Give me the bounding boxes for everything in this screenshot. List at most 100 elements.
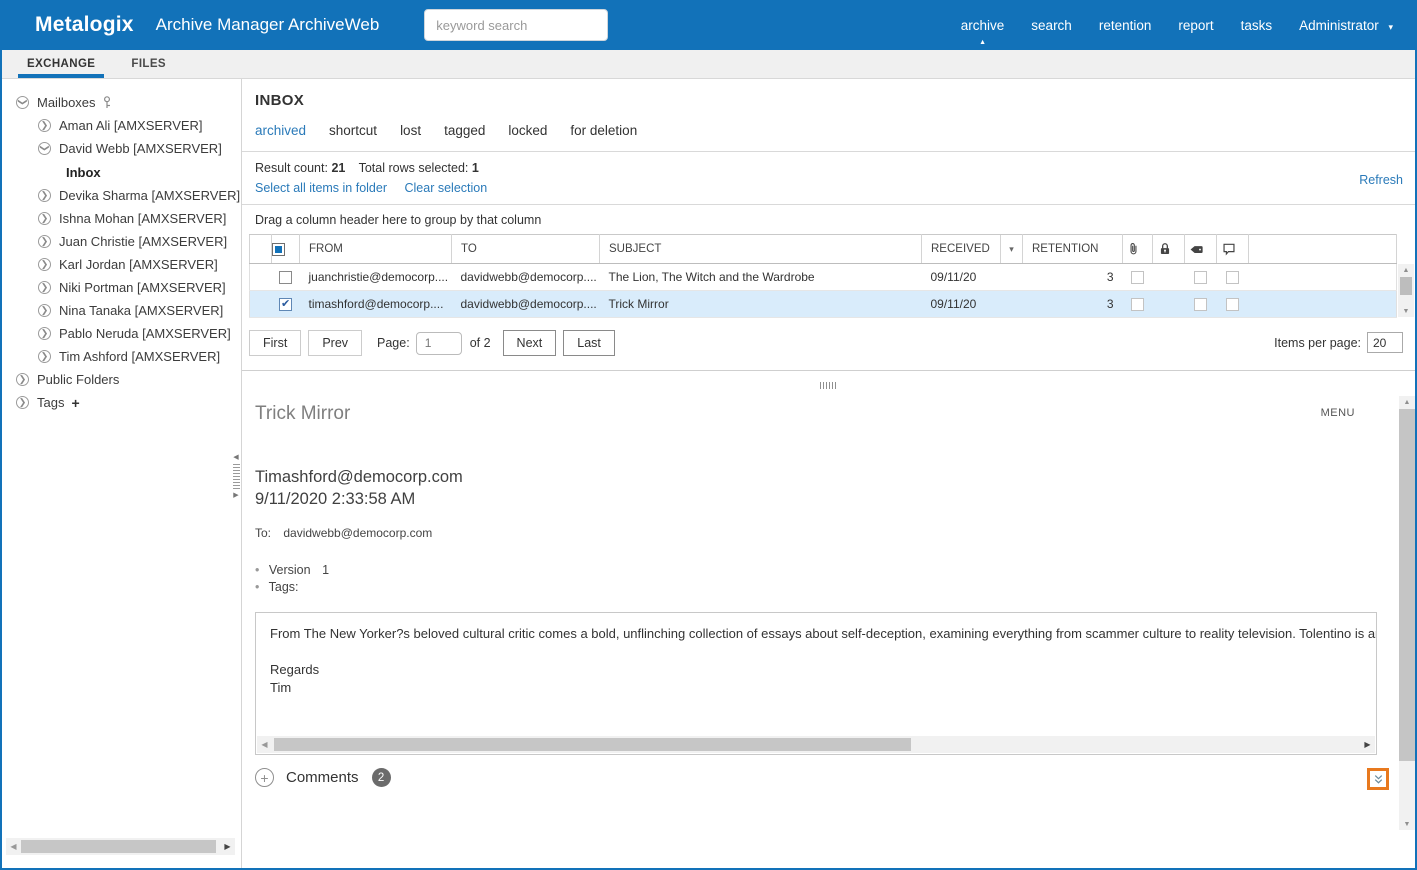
scroll-right-arrow-icon[interactable]: ▶	[1360, 740, 1375, 749]
tree-node-mailbox[interactable]: ❯ Devika Sharma [AMXSERVER]	[2, 184, 241, 207]
tree-node-mailbox[interactable]: ❯ Niki Portman [AMXSERVER]	[2, 276, 241, 299]
expand-comments-chevron-button-highlighted[interactable]	[1367, 768, 1389, 790]
vertical-splitter[interactable]: ◀ ▶	[231, 455, 241, 499]
expand-toggle-icon[interactable]: ❯	[38, 119, 51, 132]
cell-attachment-checkbox[interactable]	[1123, 291, 1153, 318]
cell-tag-checkbox[interactable]	[1185, 264, 1217, 291]
column-header-retention[interactable]: RETENTION	[1023, 235, 1123, 264]
nav-tasks[interactable]: tasks	[1241, 18, 1273, 33]
expand-toggle-icon[interactable]: ❯	[38, 281, 51, 294]
scrollbar-thumb[interactable]	[1399, 409, 1415, 761]
row-checkbox[interactable]	[272, 291, 300, 318]
tree-node-public-folders[interactable]: ❯ Public Folders	[2, 368, 241, 391]
preview-menu-button[interactable]: MENU	[1321, 407, 1355, 419]
cell-comment-checkbox[interactable]	[1217, 264, 1249, 291]
column-header-from[interactable]: FROM	[300, 235, 452, 264]
tab-exchange[interactable]: EXCHANGE	[18, 50, 104, 78]
nav-archive[interactable]: archive ▲	[961, 18, 1005, 33]
expand-toggle-icon[interactable]: ❯	[38, 258, 51, 271]
refresh-link[interactable]: Refresh	[1359, 173, 1403, 187]
filter-shortcut[interactable]: shortcut	[329, 123, 377, 138]
tree-node-mailbox[interactable]: ❯ Karl Jordan [AMXSERVER]	[2, 253, 241, 276]
row-checkbox[interactable]	[272, 264, 300, 291]
cell-attachment-checkbox[interactable]	[1123, 264, 1153, 291]
column-header-to[interactable]: TO	[452, 235, 600, 264]
clear-selection-link[interactable]: Clear selection	[405, 181, 488, 195]
grid-vertical-scrollbar[interactable]: ▲ ▼	[1398, 264, 1414, 317]
tree-node-mailbox[interactable]: ❯ Nina Tanaka [AMXSERVER]	[2, 299, 241, 322]
scrollbar-thumb[interactable]	[1400, 277, 1412, 295]
tree-node-mailboxes[interactable]: ❯ Mailboxes	[2, 91, 241, 114]
sidebar-horizontal-scrollbar[interactable]: ◀ ▶	[6, 838, 235, 855]
result-count-label: Result count:	[255, 161, 328, 175]
scrollbar-thumb[interactable]	[274, 738, 911, 751]
collapse-left-icon[interactable]: ◀	[233, 455, 238, 461]
select-all-checkbox[interactable]	[272, 235, 300, 264]
scroll-left-arrow-icon[interactable]: ◀	[257, 740, 272, 749]
filter-archived[interactable]: archived	[255, 123, 306, 138]
message-row[interactable]: juanchristie@democorp.... davidwebb@demo…	[250, 264, 1397, 291]
filter-tagged[interactable]: tagged	[444, 123, 485, 138]
column-header-tag[interactable]	[1185, 235, 1217, 264]
nav-search[interactable]: search	[1031, 18, 1072, 33]
sort-dropdown-icon[interactable]: ▾	[1000, 235, 1022, 263]
tree-node-mailbox[interactable]: ❯ Tim Ashford [AMXSERVER]	[2, 345, 241, 368]
keyword-search-input[interactable]	[424, 9, 608, 41]
tree-node-mailbox[interactable]: ❯ Aman Ali [AMXSERVER]	[2, 114, 241, 137]
page-number-input[interactable]	[416, 332, 462, 355]
tree-node-mailbox[interactable]: ❯ Ishna Mohan [AMXSERVER]	[2, 207, 241, 230]
expand-toggle-icon[interactable]: ❯	[16, 96, 29, 109]
cell-tag-checkbox[interactable]	[1185, 291, 1217, 318]
tree-node-mailbox[interactable]: ❯ Juan Christie [AMXSERVER]	[2, 230, 241, 253]
filter-for-deletion[interactable]: for deletion	[570, 123, 637, 138]
cell-comment-checkbox[interactable]	[1217, 291, 1249, 318]
expand-toggle-icon[interactable]: ❯	[38, 304, 51, 317]
expand-toggle-icon[interactable]: ❯	[16, 373, 29, 386]
column-header-comment[interactable]	[1217, 235, 1249, 264]
group-by-panel[interactable]: Drag a column header here to group by th…	[242, 204, 1415, 234]
expand-toggle-icon[interactable]: ❯	[38, 189, 51, 202]
collapse-right-icon[interactable]: ▶	[233, 493, 238, 499]
first-page-button[interactable]: First	[249, 330, 301, 356]
nav-retention[interactable]: retention	[1099, 18, 1152, 33]
preview-vertical-scrollbar[interactable]: ▲ ▼	[1399, 396, 1415, 830]
next-page-button[interactable]: Next	[503, 330, 557, 356]
column-header-received[interactable]: RECEIVED ▾	[922, 235, 1023, 264]
prev-page-button[interactable]: Prev	[308, 330, 362, 356]
nav-report[interactable]: report	[1178, 18, 1213, 33]
scrollbar-thumb[interactable]	[21, 840, 216, 853]
tab-files[interactable]: FILES	[122, 50, 175, 78]
nav-administrator-menu[interactable]: Administrator ▾	[1299, 18, 1393, 33]
column-header-attachment[interactable]	[1123, 235, 1153, 264]
scroll-right-arrow-icon[interactable]: ▶	[220, 842, 235, 851]
expand-toggle-icon[interactable]: ❯	[38, 235, 51, 248]
message-row-selected[interactable]: timashford@democorp.... davidwebb@democo…	[250, 291, 1397, 318]
column-header-subject[interactable]: SUBJECT	[600, 235, 922, 264]
body-horizontal-scrollbar[interactable]: ◀ ▶	[257, 736, 1375, 753]
splitter-grip[interactable]	[233, 464, 240, 490]
scroll-down-arrow-icon[interactable]: ▼	[1404, 818, 1411, 830]
tree-node-inbox-selected[interactable]: Inbox	[2, 160, 241, 184]
last-page-button[interactable]: Last	[563, 330, 615, 356]
horizontal-splitter-grip[interactable]	[820, 382, 838, 389]
add-tag-icon[interactable]: +	[71, 395, 79, 411]
expand-comments-icon[interactable]: +	[255, 768, 274, 787]
items-per-page-input[interactable]	[1367, 332, 1403, 353]
expand-toggle-icon[interactable]: ❯	[38, 350, 51, 363]
filter-lost[interactable]: lost	[400, 123, 421, 138]
expand-toggle-icon[interactable]: ❯	[38, 212, 51, 225]
tree-node-mailbox[interactable]: ❯ David Webb [AMXSERVER]	[2, 137, 241, 160]
scroll-up-arrow-icon[interactable]: ▲	[1404, 396, 1411, 408]
scroll-left-arrow-icon[interactable]: ◀	[6, 842, 21, 851]
select-all-link[interactable]: Select all items in folder	[255, 181, 387, 195]
expand-toggle-icon[interactable]: ❯	[38, 142, 51, 155]
scroll-up-arrow-icon[interactable]: ▲	[1403, 264, 1410, 276]
column-header-lock[interactable]	[1153, 235, 1185, 264]
filter-locked[interactable]: locked	[508, 123, 547, 138]
expand-toggle-icon[interactable]: ❯	[16, 396, 29, 409]
expand-toggle-icon[interactable]: ❯	[38, 327, 51, 340]
cell-lock	[1153, 264, 1185, 291]
tree-node-tags[interactable]: ❯ Tags +	[2, 391, 241, 414]
tree-node-mailbox[interactable]: ❯ Pablo Neruda [AMXSERVER]	[2, 322, 241, 345]
scroll-down-arrow-icon[interactable]: ▼	[1403, 305, 1410, 317]
